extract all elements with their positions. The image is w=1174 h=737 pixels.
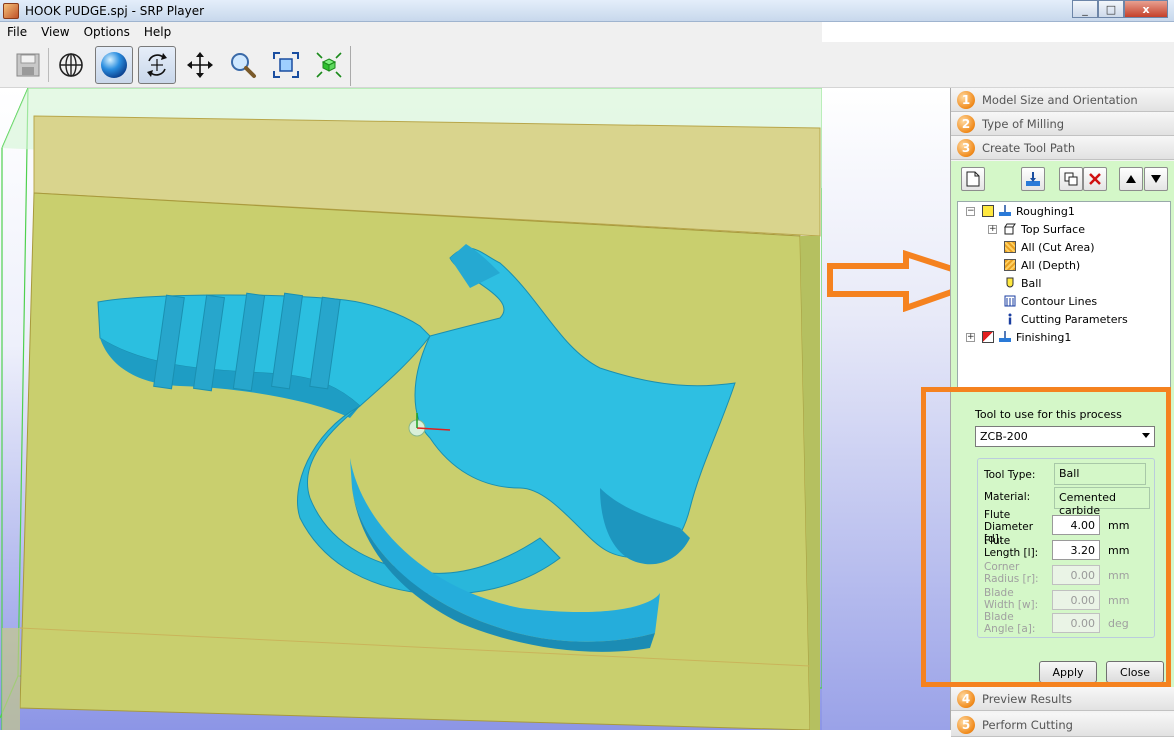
finishing-check-icon	[982, 331, 994, 343]
tree-item-contour-lines[interactable]: Contour Lines	[1004, 292, 1097, 310]
tree-item-cut-area[interactable]: All (Cut Area)	[1004, 238, 1095, 256]
rotate-icon[interactable]	[138, 46, 176, 84]
tree-label: Ball	[1021, 276, 1042, 290]
minimize-button[interactable]: _	[1072, 0, 1098, 18]
check-icon	[982, 205, 994, 217]
tree-item-roughing[interactable]: Roughing1	[982, 202, 1075, 220]
shaded-sphere-icon[interactable]	[95, 46, 133, 84]
toolbar-separator	[350, 46, 351, 86]
move-up-icon[interactable]	[1119, 167, 1143, 191]
step-number-badge: 1	[957, 90, 975, 109]
menu-options[interactable]: Options	[77, 25, 137, 39]
window-title: HOOK PUDGE.spj - SRP Player	[25, 3, 205, 18]
tree-label: Finishing1	[1016, 330, 1072, 344]
fit-view-icon[interactable]	[267, 46, 305, 84]
pan-icon[interactable]	[181, 46, 219, 84]
expand-toggle[interactable]: +	[966, 333, 975, 342]
ball-tool-icon	[1004, 277, 1016, 289]
maximize-button[interactable]: □	[1098, 0, 1124, 18]
expand-toggle[interactable]: +	[988, 225, 997, 234]
tree-item-depth[interactable]: All (Depth)	[1004, 256, 1080, 274]
app-icon	[3, 2, 19, 19]
copy-icon[interactable]	[1059, 167, 1083, 191]
close-window-button[interactable]: x	[1124, 0, 1168, 18]
zoom-icon[interactable]	[224, 46, 262, 84]
cut-area-icon	[1004, 241, 1016, 253]
step-number-badge: 4	[957, 689, 975, 708]
step-label: Create Tool Path	[982, 140, 1076, 155]
cube-view-icon[interactable]	[310, 46, 348, 84]
delete-icon[interactable]	[1083, 167, 1107, 191]
surface-cube-icon	[1004, 223, 1016, 235]
step-label: Preview Results	[982, 691, 1072, 706]
step-label: Model Size and Orientation	[982, 92, 1138, 107]
water-tool-icon	[999, 205, 1011, 217]
menu-help[interactable]: Help	[137, 25, 178, 39]
tree-item-ball[interactable]: Ball	[1004, 274, 1041, 292]
tree-label: All (Depth)	[1021, 258, 1081, 272]
step-number-badge: 5	[957, 715, 975, 734]
tree-label: Roughing1	[1016, 204, 1075, 218]
step-type-of-milling[interactable]: 2 Type of Milling	[951, 112, 1174, 136]
save-icon[interactable]	[9, 46, 47, 84]
step-preview-results[interactable]: 4 Preview Results	[951, 687, 1174, 711]
move-down-icon[interactable]	[1144, 167, 1168, 191]
new-page-icon[interactable]	[961, 167, 985, 191]
depth-icon	[1004, 259, 1016, 271]
tree-label: Top Surface	[1021, 222, 1085, 236]
process-tree[interactable]: − Roughing1 + Top Surface All (Cut Area)…	[957, 201, 1171, 389]
tree-item-finishing[interactable]: Finishing1	[982, 328, 1071, 346]
title-bar: HOOK PUDGE.spj - SRP Player	[0, 0, 822, 22]
3d-viewport[interactable]	[0, 88, 822, 730]
step-label: Type of Milling	[982, 116, 1065, 131]
toolbar	[0, 42, 1174, 88]
water-tool-icon	[999, 331, 1011, 343]
annotation-highlight-box	[921, 387, 1171, 687]
tree-label: Contour Lines	[1021, 294, 1098, 308]
menu-file[interactable]: File	[0, 25, 34, 39]
menu-view[interactable]: View	[34, 25, 76, 39]
step-number-badge: 3	[957, 138, 975, 157]
water-tool-icon[interactable]	[1021, 167, 1045, 191]
step-label: Perform Cutting	[982, 717, 1073, 732]
title-bar-extension: _ □ x	[822, 0, 1174, 22]
tree-item-top-surface[interactable]: Top Surface	[1004, 220, 1085, 238]
tree-label: Cutting Parameters	[1021, 312, 1128, 326]
tree-label: All (Cut Area)	[1021, 240, 1095, 254]
step-number-badge: 2	[957, 114, 975, 133]
tree-item-cutting-parameters[interactable]: Cutting Parameters	[1004, 310, 1128, 328]
collapse-toggle[interactable]: −	[966, 207, 975, 216]
contour-lines-icon	[1004, 295, 1016, 307]
step-create-tool-path[interactable]: 3 Create Tool Path	[951, 136, 1174, 160]
step-perform-cutting[interactable]: 5 Perform Cutting	[951, 713, 1174, 737]
model-scene	[0, 88, 822, 730]
menu-bar: File View Options Help	[0, 22, 822, 42]
step-model-size[interactable]: 1 Model Size and Orientation	[951, 88, 1174, 112]
globe-view-icon[interactable]	[52, 46, 90, 84]
toolbar-separator	[48, 48, 49, 82]
info-icon	[1004, 313, 1016, 325]
